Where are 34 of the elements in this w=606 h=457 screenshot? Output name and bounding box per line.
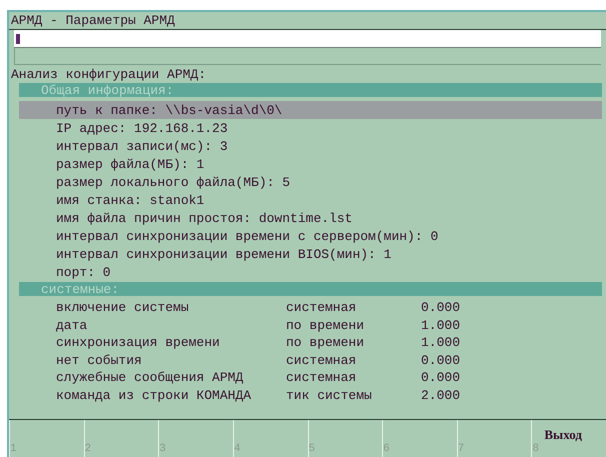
parameter-row[interactable]: имя файла причин простоя: downtime.lst [19, 209, 602, 227]
event-type: системная [286, 371, 358, 384]
event-name: синхронизация времени [56, 336, 221, 350]
section-heading: Анализ конфигурации АРМД: [11, 68, 206, 80]
parameter-row[interactable]: интервал записи(мс): 3 [19, 137, 602, 155]
event-value: 2.000 [421, 388, 460, 402]
event-type: системная [286, 354, 358, 367]
event-name: включение системы [56, 301, 190, 314]
event-value: 0.000 [421, 354, 460, 367]
window-title: АРМД - Параметры АРМД [11, 14, 175, 27]
event-name: дата [56, 318, 88, 332]
event-type: по времени [286, 336, 366, 350]
event-type: по времени [286, 318, 366, 332]
parameter-row[interactable]: путь к папке: \\bs-vasia\d\0\ [19, 101, 602, 119]
event-value: 1.000 [421, 336, 460, 350]
event-name: служебные сообщения АРМД [56, 371, 244, 384]
parameter-row[interactable]: порт: 0 [19, 263, 602, 281]
parameter-row[interactable]: интервал синхронизации времени BIOS(мин): 1 [19, 245, 602, 263]
event-type: системная [286, 301, 358, 314]
event-name: нет события [56, 354, 143, 367]
event-value: 0.000 [421, 371, 460, 384]
cursor-icon [16, 34, 20, 44]
event-type: тик системы [286, 388, 373, 402]
group-header: Общая информация: [19, 83, 602, 97]
parameter-row[interactable]: размер файла(МБ): 1 [19, 155, 602, 173]
event-value: 1.000 [421, 318, 460, 332]
event-value: 0.000 [421, 301, 460, 314]
parameter-row[interactable]: интервал синхронизации времени с сервером(мин): 0 [19, 227, 602, 245]
event-name: команда из строки КОМАНДА [56, 388, 252, 402]
command-field[interactable] [14, 30, 601, 48]
parameter-row[interactable]: размер локального файла(МБ): 5 [19, 173, 602, 191]
group-header: системные: [19, 282, 602, 296]
parameter-row[interactable]: имя станка: stanok1 [19, 191, 602, 209]
parameter-row[interactable]: IP адрес: 192.168.1.23 [19, 119, 602, 137]
